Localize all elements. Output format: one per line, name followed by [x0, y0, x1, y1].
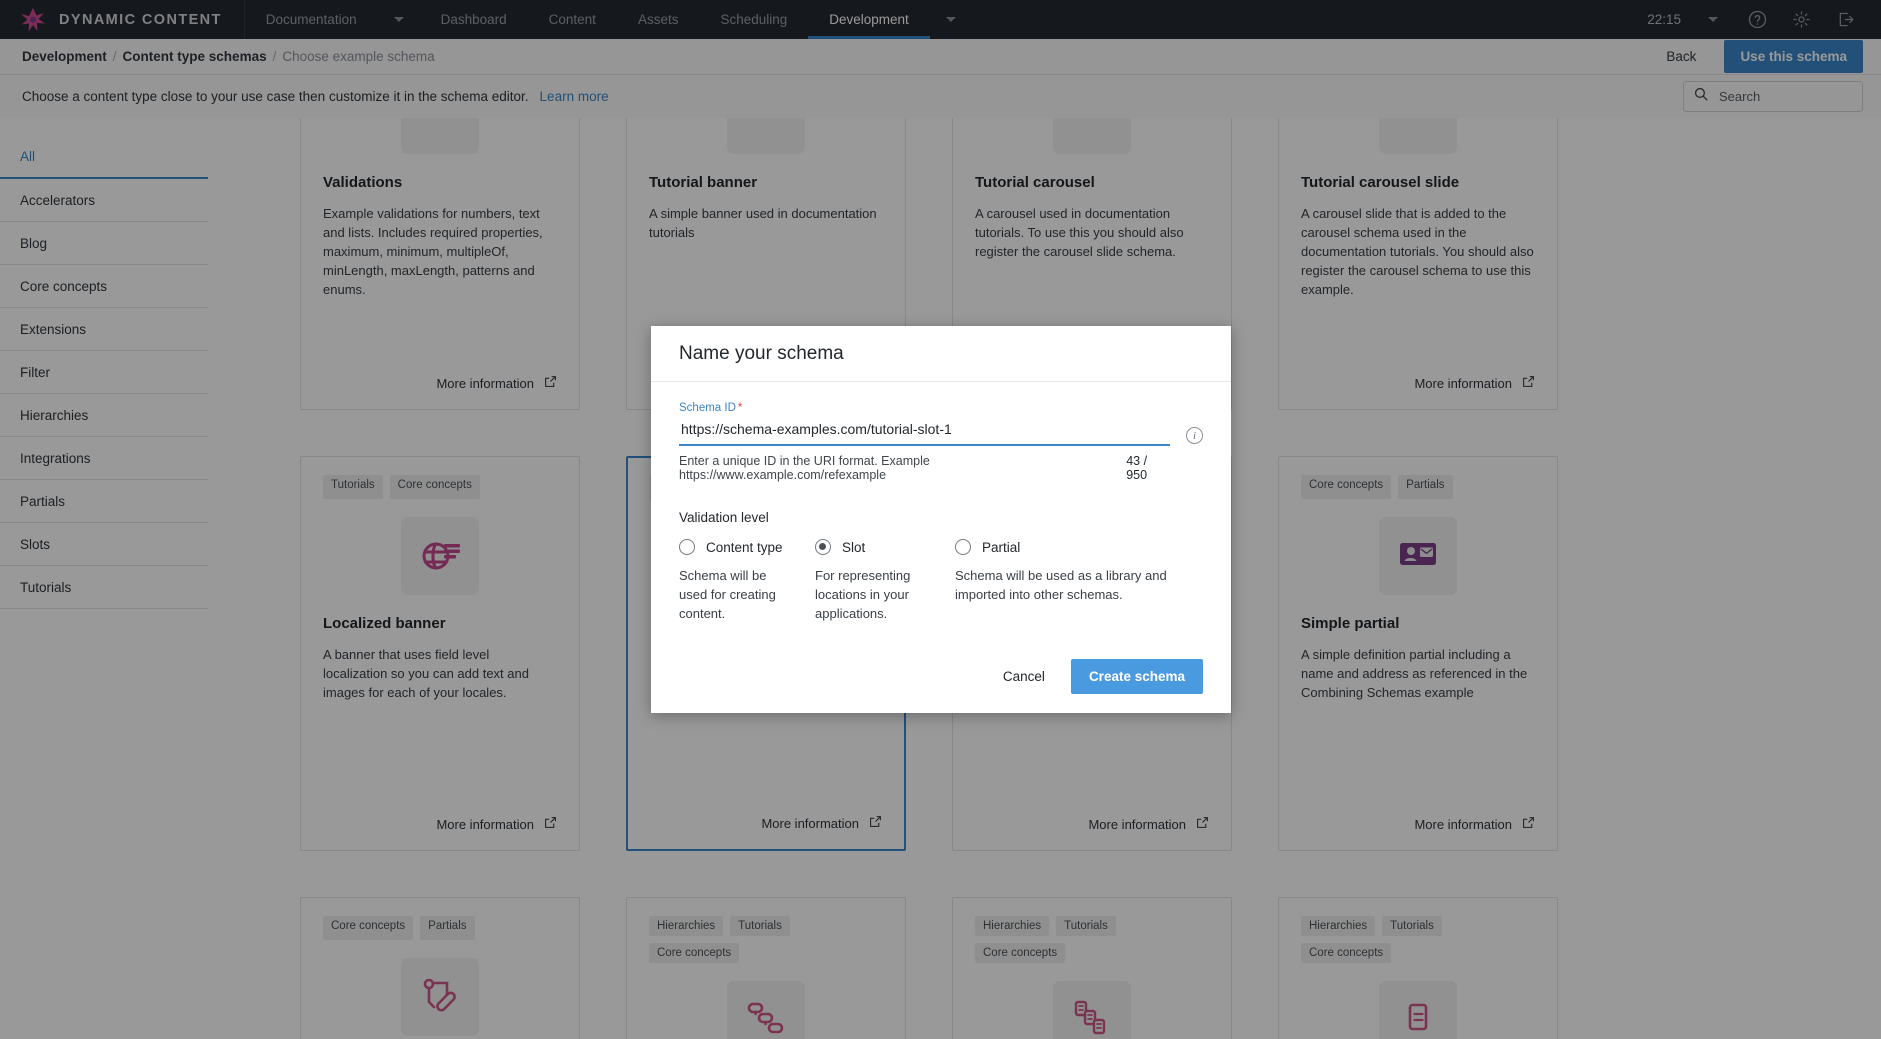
- validation-option-partial[interactable]: Partial Schema will be used as a library…: [955, 539, 1203, 624]
- radio-content-type[interactable]: [679, 539, 695, 555]
- radio-partial[interactable]: [955, 539, 971, 555]
- radio-slot[interactable]: [815, 539, 831, 555]
- schema-id-label: Schema ID *: [679, 402, 1203, 414]
- schema-id-helper-row: Enter a unique ID in the URI format. Exa…: [679, 454, 1203, 482]
- radio-slot-description: For representing locations in your appli…: [815, 568, 911, 622]
- radio-slot-label: Slot: [842, 539, 866, 555]
- schema-id-label-text: Schema ID: [679, 402, 736, 414]
- create-schema-button[interactable]: Create schema: [1070, 658, 1203, 694]
- validation-option-partial-head[interactable]: Partial: [955, 539, 1203, 555]
- cancel-button[interactable]: Cancel: [999, 661, 1049, 692]
- validation-level-label: Validation level: [679, 510, 769, 525]
- radio-partial-label: Partial: [982, 539, 1021, 555]
- dialog-header: Name your schema: [651, 326, 1231, 382]
- validation-level-radio-group: Content type Schema will be used for cre…: [679, 539, 1203, 624]
- character-counter: 43 / 950: [1126, 454, 1148, 482]
- info-icon[interactable]: i: [1186, 427, 1203, 444]
- required-marker: *: [737, 402, 743, 414]
- schema-id-input-wrapper[interactable]: [679, 420, 1170, 446]
- radio-content-type-description: Schema will be used for creating content…: [679, 568, 776, 622]
- validation-option-slot[interactable]: Slot For representing locations in your …: [815, 539, 955, 624]
- schema-id-helper-text: Enter a unique ID in the URI format. Exa…: [679, 454, 930, 482]
- dialog-body: Schema ID* i Enter a unique ID in the UR…: [651, 382, 1231, 624]
- validation-option-content-type-head[interactable]: Content type: [679, 539, 815, 555]
- radio-partial-description: Schema will be used as a library and imp…: [955, 568, 1167, 603]
- validation-option-slot-head[interactable]: Slot: [815, 539, 955, 555]
- dialog-footer: Cancel Create schema: [651, 639, 1231, 713]
- name-your-schema-dialog: Name your schema Schema ID* i Enter a un…: [651, 326, 1231, 713]
- schema-id-input[interactable]: [679, 420, 1170, 438]
- dialog-title: Name your schema: [679, 342, 844, 364]
- schema-id-row: i: [679, 420, 1203, 446]
- validation-option-content-type[interactable]: Content type Schema will be used for cre…: [679, 539, 815, 624]
- radio-content-type-label: Content type: [706, 539, 783, 555]
